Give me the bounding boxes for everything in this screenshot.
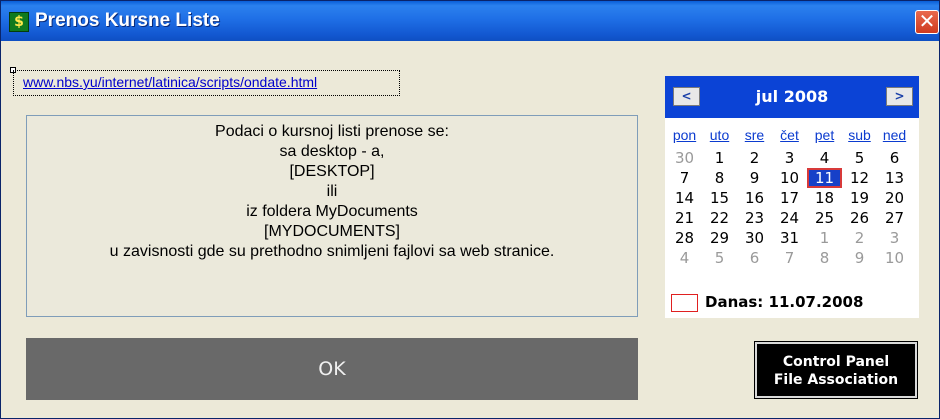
window-title: Prenos Kursne Liste <box>35 10 220 31</box>
calendar-day[interactable]: 10 <box>877 248 912 268</box>
calendar-month-label: jul 2008 <box>755 87 829 106</box>
calendar-day[interactable]: 15 <box>702 188 737 208</box>
info-line: iz foldera MyDocuments <box>246 203 418 220</box>
calendar-day-selected[interactable]: 11 <box>807 168 842 188</box>
weekday-header: uto <box>709 127 730 143</box>
cp-button-line: Control Panel <box>782 354 890 370</box>
info-line: ili <box>326 183 338 200</box>
calendar-day[interactable]: 18 <box>807 188 842 208</box>
calendar-day[interactable]: 3 <box>877 228 912 248</box>
cp-button-line: File Association <box>773 372 899 388</box>
calendar-day[interactable]: 28 <box>667 228 702 248</box>
calendar-day[interactable]: 2 <box>842 228 877 248</box>
info-line: [DESKTOP] <box>289 163 375 180</box>
info-panel: Podaci o kursnoj listi prenose se: sa de… <box>26 115 638 317</box>
calendar-day[interactable]: 5 <box>842 148 877 168</box>
calendar-day[interactable]: 14 <box>667 188 702 208</box>
calendar-day[interactable]: 29 <box>702 228 737 248</box>
calendar-day[interactable]: 16 <box>737 188 772 208</box>
calendar-day[interactable]: 4 <box>667 248 702 268</box>
calendar-day[interactable]: 8 <box>807 248 842 268</box>
calendar-day[interactable]: 9 <box>842 248 877 268</box>
calendar: < jul 2008 > Danas: 11.07.2008 pon uto sre… <box>665 76 919 318</box>
calendar-day[interactable]: 4 <box>807 148 842 168</box>
control-panel-file-association-button[interactable]: Control Panel File Association <box>755 342 917 398</box>
calendar-day[interactable]: 19 <box>842 188 877 208</box>
calendar-day[interactable]: 20 <box>877 188 912 208</box>
calendar-day[interactable]: 25 <box>807 208 842 228</box>
today-marker <box>671 294 698 312</box>
calendar-day[interactable]: 12 <box>842 168 877 188</box>
calendar-day[interactable]: 10 <box>772 168 807 188</box>
nbs-url-link[interactable]: www.nbs.yu/internet/latinica/scripts/ond… <box>13 70 400 96</box>
close-button[interactable]: ✕ <box>915 10 939 34</box>
calendar-day[interactable]: 30 <box>737 228 772 248</box>
calendar-day[interactable]: 30 <box>667 148 702 168</box>
calendar-header: < jul 2008 > <box>665 76 919 118</box>
today-label[interactable]: Danas: 11.07.2008 <box>705 293 863 311</box>
calendar-day[interactable]: 6 <box>737 248 772 268</box>
calendar-day[interactable]: 24 <box>772 208 807 228</box>
weekday-header: sub <box>848 127 871 143</box>
calendar-day[interactable]: 1 <box>702 148 737 168</box>
calendar-day[interactable]: 22 <box>702 208 737 228</box>
info-line: Podaci o kursnoj listi prenose se: <box>215 123 449 140</box>
calendar-day[interactable]: 13 <box>877 168 912 188</box>
dollar-money-icon: $ <box>9 12 29 32</box>
dialog-window: $ Prenos Kursne Liste ✕ www.nbs.yu/inter… <box>0 0 940 419</box>
next-month-button[interactable]: > <box>886 87 913 106</box>
calendar-day[interactable]: 7 <box>667 168 702 188</box>
weekday-header: pon <box>672 127 697 143</box>
weekday-header: čet <box>780 127 799 143</box>
calendar-day[interactable]: 21 <box>667 208 702 228</box>
calendar-day[interactable]: 7 <box>772 248 807 268</box>
calendar-day[interactable]: 26 <box>842 208 877 228</box>
calendar-day[interactable]: 27 <box>877 208 912 228</box>
weekday-header: ned <box>882 127 907 143</box>
calendar-day[interactable]: 9 <box>737 168 772 188</box>
info-line: [MYDOCUMENTS] <box>264 223 400 240</box>
info-line: sa desktop - a, <box>279 143 385 160</box>
ok-button[interactable]: OK <box>26 338 638 400</box>
title-bar[interactable]: $ Prenos Kursne Liste ✕ <box>1 1 939 41</box>
calendar-day[interactable]: 6 <box>877 148 912 168</box>
calendar-day[interactable]: 2 <box>737 148 772 168</box>
calendar-day[interactable]: 31 <box>772 228 807 248</box>
calendar-day[interactable]: 17 <box>772 188 807 208</box>
weekday-header: pet <box>814 127 835 143</box>
calendar-day[interactable]: 23 <box>737 208 772 228</box>
calendar-day[interactable]: 3 <box>772 148 807 168</box>
weekday-header: sre <box>744 127 765 143</box>
calendar-day[interactable]: 5 <box>702 248 737 268</box>
calendar-day[interactable]: 1 <box>807 228 842 248</box>
calendar-day[interactable]: 8 <box>702 168 737 188</box>
info-line: u zavisnosti gde su prethodno snimljeni … <box>109 243 555 260</box>
